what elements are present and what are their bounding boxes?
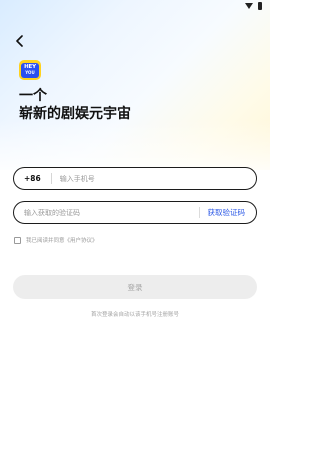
verification-code-input[interactable]: [24, 202, 199, 223]
country-code-selector[interactable]: +86: [24, 174, 41, 183]
headline: 一个 崭新的剧娱元宇宙: [19, 87, 131, 123]
agreement-checkbox[interactable]: [14, 236, 21, 244]
logo-inner: HEY YOU: [21, 62, 39, 78]
field-divider: [198, 207, 200, 218]
registration-hint: 首次登录会自动以该手机号注册账号: [90, 312, 179, 318]
battery-icon: [258, 2, 262, 10]
phone-input[interactable]: [59, 168, 256, 189]
get-code-button[interactable]: 获取验证码: [208, 207, 246, 218]
phone-field[interactable]: +86: [13, 167, 257, 190]
field-divider: [50, 173, 52, 184]
agreement-row[interactable]: 我已阅读并同意《用户协议》: [14, 236, 98, 244]
wifi-icon: [245, 3, 253, 9]
chevron-left-icon: [16, 35, 23, 47]
status-icons: [245, 2, 262, 10]
headline-line-1: 一个: [19, 88, 47, 104]
agreement-label[interactable]: 我已阅读并同意《用户协议》: [26, 236, 98, 244]
headline-line-2: 崭新的剧娱元宇宙: [19, 106, 131, 122]
back-button[interactable]: [12, 33, 28, 49]
verification-code-field[interactable]: 获取验证码: [13, 201, 257, 224]
status-bar: [0, 0, 270, 14]
logo-text-bottom: YOU: [25, 69, 35, 75]
app-logo: HEY YOU: [19, 60, 41, 80]
login-button[interactable]: 登录: [13, 275, 257, 299]
